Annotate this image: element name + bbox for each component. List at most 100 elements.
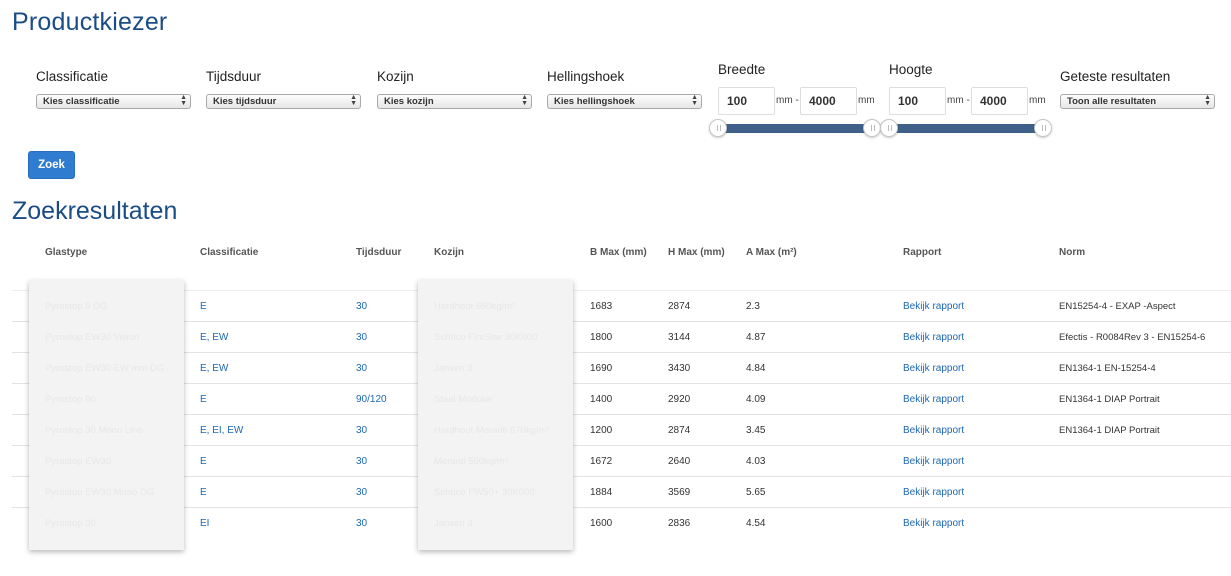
select-geteste-resultaten[interactable]: Toon alle resultaten ▲ ▼ — [1060, 94, 1215, 109]
table-cell-kozijn: Hardhout 550kg/m³ — [434, 301, 516, 312]
table-cell-hmax: 2920 — [668, 394, 691, 405]
table-cell-rapport[interactable]: Bekijk rapport — [903, 363, 964, 374]
table-cell-amax: 4.84 — [746, 363, 766, 374]
select-kozijn[interactable]: Kies kozijn ▲ ▼ — [377, 94, 532, 109]
row-divider — [12, 290, 1231, 291]
row-divider — [12, 507, 1231, 508]
table-cell-tijdsduur: 30 — [356, 456, 368, 467]
table-cell-glastype: Pyrostop EW30 Mono DG — [45, 487, 155, 498]
row-divider — [12, 445, 1231, 446]
table-cell-tijdsduur: 30 — [356, 425, 368, 436]
table-cell-bmax: 1400 — [590, 394, 613, 405]
table-cell-rapport[interactable]: Bekijk rapport — [903, 332, 964, 343]
table-cell-tijdsduur: 30 — [356, 332, 368, 343]
table-cell-amax: 4.54 — [746, 518, 766, 529]
hoogte-min-unit: mm - — [947, 95, 970, 106]
table-cell-kozijn: Meranti 550kg/m³ — [434, 456, 508, 467]
select-classificatie[interactable]: Kies classificatie ▲ ▼ — [36, 94, 191, 109]
hoogte-max-handle[interactable] — [1034, 119, 1052, 137]
filter-label-tijdsduur: Tijdsduur — [206, 69, 262, 84]
table-cell-bmax: 1600 — [590, 518, 613, 529]
breedte-max-input[interactable]: 4000 — [800, 87, 857, 115]
table-cell-bmax: 1800 — [590, 332, 613, 343]
up-down-chevron-icon: ▲ ▼ — [691, 94, 698, 107]
breedte-min-unit: mm - — [776, 95, 799, 106]
table-cell-glastype: Pyrostop EW30 — [45, 456, 111, 467]
table-cell-hmax: 2836 — [668, 518, 691, 529]
table-cell-classificatie: E, EI, EW — [200, 425, 244, 436]
glastype-column-mask — [29, 280, 184, 550]
table-cell-bmax: 1690 — [590, 363, 613, 374]
breedte-range-slider[interactable] — [719, 124, 873, 133]
table-cell-glastype: Pyrostop 5 DG — [45, 301, 108, 312]
column-header-classificatie[interactable]: Classificatie — [200, 247, 258, 258]
column-header-tijdsduur[interactable]: Tijdsduur — [356, 247, 401, 258]
breedte-max-handle[interactable] — [863, 119, 881, 137]
table-cell-classificatie: E, EW — [200, 363, 229, 374]
table-cell-amax: 2.3 — [746, 301, 760, 312]
table-cell-norm: EN1364-1 EN-15254-4 — [1059, 363, 1156, 374]
hoogte-max-unit: mm — [1029, 95, 1046, 106]
breedte-min-handle[interactable] — [709, 119, 727, 137]
table-cell-bmax: 1672 — [590, 456, 613, 467]
column-header-rapport[interactable]: Rapport — [903, 247, 941, 258]
select-kozijn-value: Kies kozijn — [384, 96, 434, 107]
table-cell-kozijn: Schüco FireStar 30K000 — [434, 332, 538, 343]
filter-label-kozijn: Kozijn — [377, 69, 414, 84]
up-down-chevron-icon: ▲ ▼ — [180, 94, 187, 107]
table-cell-rapport[interactable]: Bekijk rapport — [903, 487, 964, 498]
hoogte-range-slider[interactable] — [890, 124, 1044, 133]
select-tijdsduur-value: Kies tijdsduur — [213, 96, 277, 107]
up-down-chevron-icon: ▲ ▼ — [350, 94, 357, 107]
table-cell-rapport[interactable]: Bekijk rapport — [903, 301, 964, 312]
row-divider — [12, 414, 1231, 415]
column-header-amax[interactable]: A Max (m²) — [746, 247, 797, 258]
table-cell-glastype: Pyrostop 90 — [45, 394, 96, 405]
column-header-norm[interactable]: Norm — [1059, 247, 1085, 258]
table-cell-kozijn: Jansen 3 — [434, 518, 473, 529]
table-cell-hmax: 2874 — [668, 301, 691, 312]
table-cell-kozijn: Schüco FW50+ 30K000 — [434, 487, 535, 498]
hoogte-min-handle[interactable] — [880, 119, 898, 137]
filter-label-classificatie: Classificatie — [36, 69, 109, 84]
breedte-min-input[interactable]: 100 — [718, 87, 775, 115]
table-cell-hmax: 3430 — [668, 363, 691, 374]
table-cell-tijdsduur: 30 — [356, 363, 368, 374]
column-header-bmax[interactable]: B Max (mm) — [590, 247, 647, 258]
table-cell-tijdsduur: 30 — [356, 518, 368, 529]
column-header-kozijn[interactable]: Kozijn — [434, 247, 464, 258]
table-cell-rapport[interactable]: Bekijk rapport — [903, 394, 964, 405]
table-cell-rapport[interactable]: Bekijk rapport — [903, 518, 964, 529]
table-cell-rapport[interactable]: Bekijk rapport — [903, 425, 964, 436]
table-cell-bmax: 1200 — [590, 425, 613, 436]
hoogte-min-input[interactable]: 100 — [889, 87, 946, 115]
results-title: Zoekresultaten — [12, 197, 178, 225]
select-hellingshoek[interactable]: Kies hellingshoek ▲ ▼ — [547, 94, 702, 109]
table-cell-rapport[interactable]: Bekijk rapport — [903, 456, 964, 467]
table-cell-hmax: 3144 — [668, 332, 691, 343]
hoogte-max-input[interactable]: 4000 — [971, 87, 1028, 115]
kozijn-column-mask — [418, 280, 573, 550]
table-cell-bmax: 1683 — [590, 301, 613, 312]
table-cell-classificatie: E — [200, 301, 207, 312]
column-header-hmax[interactable]: H Max (mm) — [668, 247, 725, 258]
filter-label-geteste-resultaten: Geteste resultaten — [1060, 69, 1171, 84]
table-cell-classificatie: E — [200, 394, 207, 405]
table-cell-amax: 4.03 — [746, 456, 766, 467]
table-cell-glastype: Pyrostop EW30 EW mm DG — [45, 363, 165, 374]
table-cell-hmax: 2640 — [668, 456, 691, 467]
select-tijdsduur[interactable]: Kies tijdsduur ▲ ▼ — [206, 94, 361, 109]
search-button[interactable]: Zoek — [28, 151, 75, 179]
column-header-glastype[interactable]: Glastype — [45, 247, 87, 258]
up-down-chevron-icon: ▲ ▼ — [521, 94, 528, 107]
table-cell-amax: 3.45 — [746, 425, 766, 436]
table-cell-classificatie: E, EW — [200, 332, 229, 343]
filter-label-breedte: Breedte — [718, 62, 766, 77]
table-cell-classificatie: E — [200, 456, 207, 467]
breedte-max-unit: mm — [858, 95, 875, 106]
table-cell-norm: EN1364-1 DIAP Portrait — [1059, 394, 1160, 405]
table-cell-amax: 4.87 — [746, 332, 766, 343]
table-cell-norm: Efectis - R0084Rev 3 - EN15254-6 — [1059, 332, 1206, 343]
table-cell-tijdsduur: 30 — [356, 301, 368, 312]
table-cell-amax: 5.65 — [746, 487, 766, 498]
